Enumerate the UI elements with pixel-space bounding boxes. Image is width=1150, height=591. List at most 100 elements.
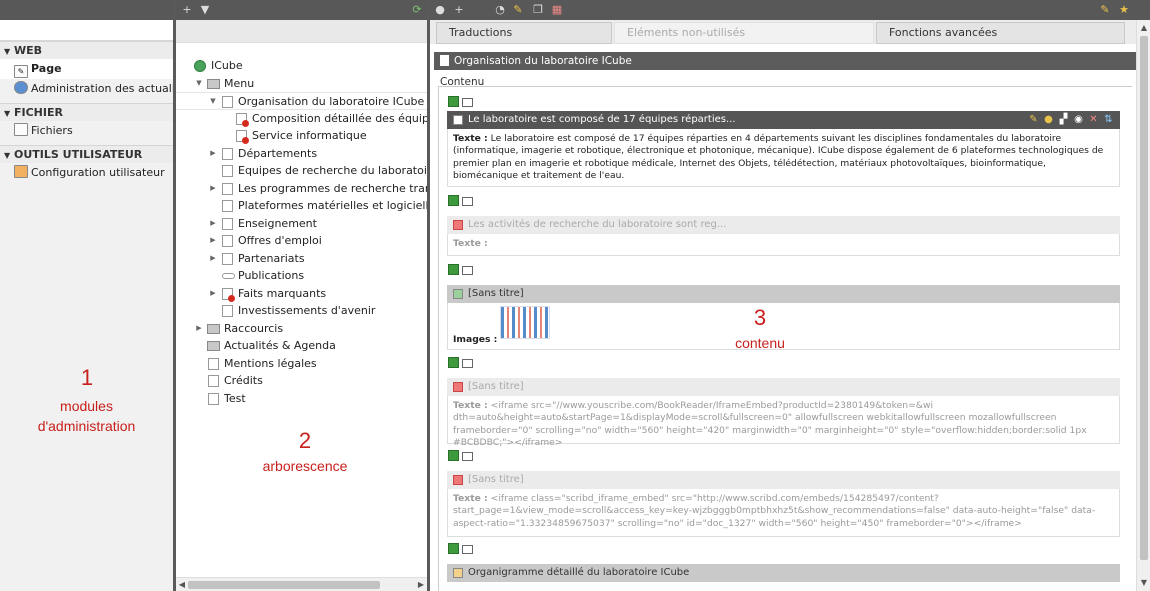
user-icon (14, 165, 28, 178)
page-title-bar: Organisation du laboratoire ICube (434, 52, 1150, 70)
tab-unused-elements[interactable]: Eléments non-utilisés (614, 22, 874, 44)
tree-node[interactable]: Publications (176, 267, 427, 285)
tree-node[interactable]: ▶ Partenariats (176, 250, 427, 268)
content-element-body: Texte : <iframe class="scribd_iframe_emb… (447, 489, 1120, 537)
annotation-label-1a: modules (60, 398, 113, 414)
tree-node-selected[interactable]: ▼ Organisation du laboratoire ICube (176, 92, 427, 110)
content-vertical-scrollbar[interactable]: ▲ ▼ (1136, 20, 1150, 591)
paste-icon[interactable] (462, 359, 473, 368)
tree-node-menu[interactable]: ▼ Menu (176, 75, 427, 93)
paste-icon[interactable] (462, 197, 473, 206)
star-icon[interactable]: ★ (1117, 3, 1131, 17)
section-fichier[interactable]: ▼ FICHIER (0, 103, 173, 121)
page-icon (222, 165, 233, 177)
collapse-arrow-icon[interactable]: ▶ (194, 320, 204, 338)
module-user-config[interactable]: Configuration utilisateur (0, 163, 173, 183)
add-content-row (448, 264, 473, 276)
tree-node[interactable]: Investissements d'avenir (176, 302, 427, 320)
add-content-row (448, 96, 473, 108)
edit-icon[interactable]: ✎ (511, 3, 525, 17)
tree-node[interactable]: Actualités & Agenda (176, 337, 427, 355)
tree-node[interactable]: Mentions légales (176, 355, 427, 373)
content-panel: Traductions Eléments non-utilisés Foncti… (430, 20, 1150, 591)
paste-icon[interactable] (462, 452, 473, 461)
paste-icon[interactable] (462, 545, 473, 554)
folder-icon (14, 123, 28, 136)
history-icon[interactable]: ◔ (493, 3, 507, 17)
tree-node[interactable]: Test (176, 390, 427, 408)
add-content-icon[interactable] (448, 450, 459, 461)
scroll-up-icon[interactable]: ▲ (1137, 22, 1150, 34)
collapse-arrow-icon[interactable]: ▶ (208, 180, 218, 198)
scroll-left-icon[interactable]: ◀ (176, 578, 188, 591)
collapse-arrow-icon[interactable]: ▶ (208, 250, 218, 268)
add-content-row (448, 195, 473, 207)
add-content-icon[interactable] (448, 264, 459, 275)
visibility-icon[interactable]: ● (1043, 111, 1054, 129)
tab-advanced-functions[interactable]: Fonctions avancées (876, 22, 1125, 44)
tree-node[interactable]: Crédits (176, 372, 427, 390)
add-content-icon[interactable] (448, 195, 459, 206)
image-element-icon (453, 289, 463, 299)
page-icon (208, 392, 219, 405)
paste-icon[interactable] (462, 98, 473, 107)
section-web[interactable]: ▼ WEB (0, 41, 173, 59)
scroll-thumb[interactable] (188, 581, 380, 589)
content-element-header[interactable]: [Sans titre] (447, 378, 1120, 396)
image-thumbnail[interactable] (500, 306, 550, 339)
collapse-arrow-icon[interactable]: ▶ (208, 285, 218, 303)
info-icon[interactable]: ◉ (1073, 111, 1084, 129)
folder-icon (207, 341, 220, 351)
tree-node[interactable]: Composition détaillée des équipes (176, 110, 427, 128)
move-icon[interactable]: ▞ (1058, 111, 1069, 129)
tree-node[interactable]: ▶ Offres d'emploi (176, 232, 427, 250)
page-icon (222, 96, 233, 108)
content-element-header[interactable]: Organigramme détaillé du laboratoire ICu… (447, 564, 1120, 582)
content-element-header[interactable]: Le laboratoire est composé de 17 équipes… (447, 111, 1120, 129)
link-icon (222, 273, 235, 279)
bookmark-icon[interactable]: ✎ (1098, 3, 1112, 17)
expand-arrow-icon[interactable]: ▼ (194, 75, 204, 93)
collapse-arrow-icon[interactable]: ▶ (208, 215, 218, 233)
paste-icon[interactable] (462, 266, 473, 275)
tree-node[interactable]: ▶ Raccourcis (176, 320, 427, 338)
add-content-icon[interactable] (448, 96, 459, 107)
tree-node[interactable]: ▶ Faits marquants (176, 285, 427, 303)
copy-icon[interactable]: ❐ (531, 3, 545, 17)
scroll-down-icon[interactable]: ▼ (1137, 577, 1150, 589)
annotation-label-1b: d'administration (37, 418, 136, 434)
tree-node[interactable]: Service informatique (176, 127, 427, 145)
refresh-icon[interactable]: ⟳ (410, 3, 424, 17)
tree-node[interactable]: ▶ Enseignement (176, 215, 427, 233)
scroll-thumb[interactable] (1140, 36, 1148, 560)
collapse-arrow-icon[interactable]: ▶ (208, 145, 218, 163)
add-content-icon[interactable] (448, 543, 459, 554)
collapse-arrow-icon[interactable]: ▶ (208, 232, 218, 250)
tree-node[interactable]: Equipes de recherche du laboratoire I (176, 162, 427, 180)
edit-icon[interactable]: ✎ (1028, 111, 1039, 129)
tab-translations[interactable]: Traductions (436, 22, 612, 44)
section-user-tools[interactable]: ▼ OUTILS UTILISATEUR (0, 145, 173, 163)
tree-node[interactable]: ▶ Départements (176, 145, 427, 163)
tree-node-icube[interactable]: ICube (176, 57, 427, 75)
delete-icon[interactable]: ▦ (550, 3, 564, 17)
content-element-header[interactable]: [Sans titre] (447, 471, 1120, 489)
annotation-number-2: 2 (298, 428, 312, 453)
module-files[interactable]: Fichiers (0, 121, 173, 141)
move-up-icon[interactable]: ⇅ (1103, 111, 1114, 129)
add-content-icon[interactable] (448, 357, 459, 368)
content-element-header[interactable]: [Sans titre] (447, 285, 1120, 303)
new-content-icon[interactable]: + (452, 3, 466, 17)
module-news-admin[interactable]: Administration des actualités (0, 79, 173, 99)
filter-icon[interactable]: ▼ (198, 3, 212, 17)
delete-icon[interactable]: ✕ (1088, 111, 1099, 129)
module-page[interactable]: ✎ Page (0, 59, 173, 79)
tree-node[interactable]: ▶Les programmes de recherche transve (176, 180, 427, 198)
new-page-icon[interactable]: + (180, 3, 194, 17)
view-icon[interactable]: ● (433, 3, 447, 17)
scroll-right-icon[interactable]: ▶ (415, 578, 427, 591)
tree-node[interactable]: Plateformes matérielles et logicielles (176, 197, 427, 215)
content-element-header[interactable]: Les activités de recherche du laboratoir… (447, 216, 1120, 234)
expand-arrow-icon[interactable]: ▼ (208, 93, 218, 111)
tree-horizontal-scrollbar[interactable]: ◀ ▶ (176, 577, 427, 591)
